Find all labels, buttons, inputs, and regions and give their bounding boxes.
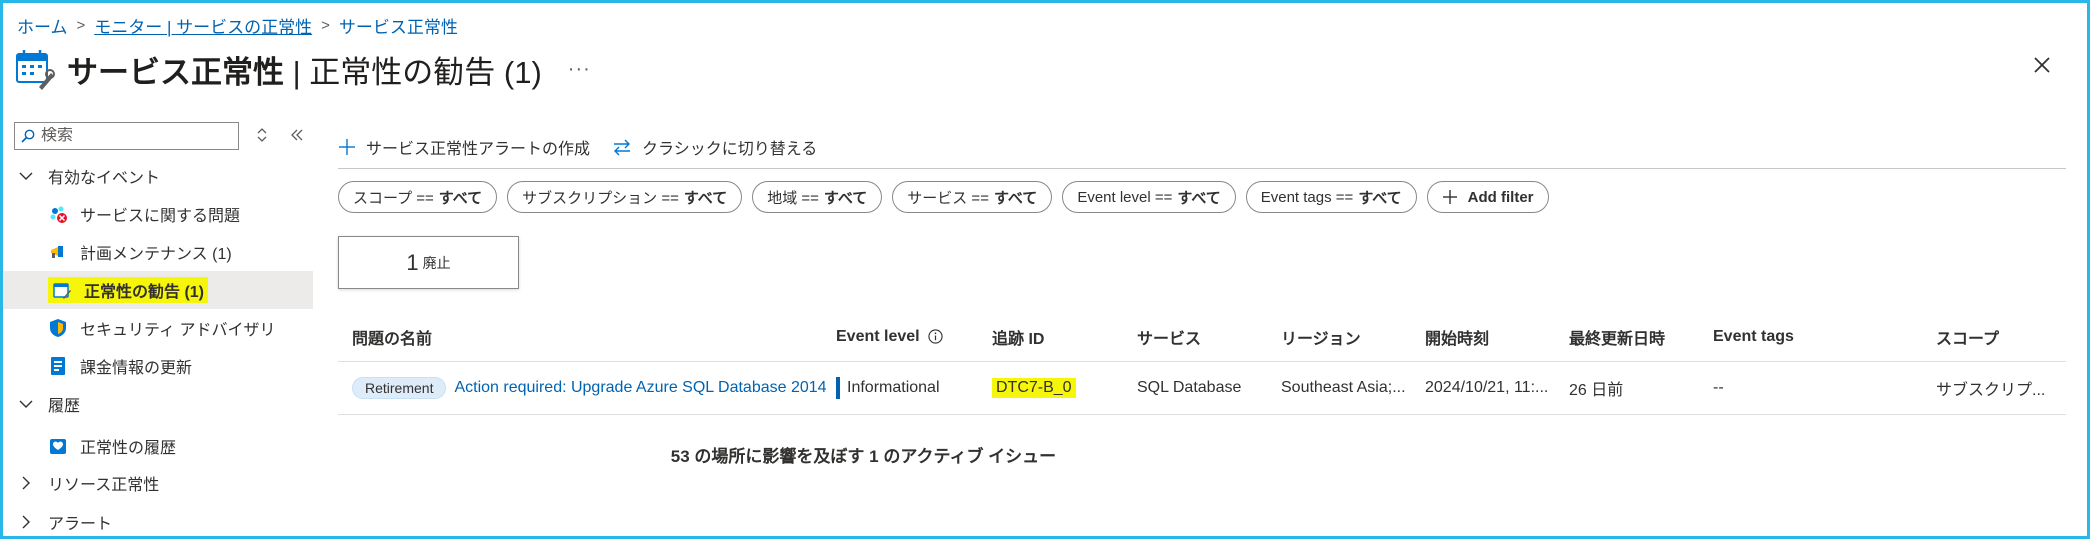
add-filter-button[interactable]: Add filter <box>1426 181 1549 213</box>
sidebar-item-label: セキュリティ アドバイザリ <box>80 322 276 339</box>
filter-service[interactable]: サービス == すべて <box>892 181 1053 213</box>
sidebar-item-billing-updates[interactable]: 課金情報の更新 <box>3 347 313 385</box>
table-row[interactable]: Retirement Action required: Upgrade Azur… <box>338 362 2066 415</box>
sidebar-item-health-history[interactable]: 正常性の履歴 <box>3 427 313 465</box>
col-header-last-updated[interactable]: 最終更新日時 <box>1569 312 1665 361</box>
maintenance-megaphone-icon <box>51 246 63 258</box>
chevron-right-icon: > <box>321 16 330 34</box>
close-icon[interactable] <box>2029 52 2055 78</box>
retirement-badge: Retirement <box>352 377 447 399</box>
nav-group-active-events[interactable]: 有効なイベント <box>3 157 313 195</box>
breadcrumb-current[interactable]: サービス正常性 <box>339 13 458 38</box>
sort-updown-icon[interactable] <box>253 126 271 144</box>
cell-last-updated: 26 日前 <box>1569 382 1624 399</box>
sidebar-item-service-issues[interactable]: サービスに関する問題 <box>3 195 313 233</box>
search-box[interactable] <box>14 122 239 150</box>
stat-label: 廃止 <box>422 254 451 271</box>
billing-icon <box>51 357 65 375</box>
page-title: サービス正常性 | 正常性の勧告 (1) <box>67 54 542 90</box>
retirement-count-card[interactable]: 1 廃止 <box>338 236 519 289</box>
cell-region: Southeast Asia;... <box>1281 379 1406 396</box>
filter-bar: スコープ == すべて サブスクリプション == すべて 地域 == すべて サービス… <box>338 180 1559 214</box>
sidebar-item-health-advisories[interactable]: 正常性の勧告 (1) <box>3 271 313 309</box>
breadcrumb-home[interactable]: ホーム <box>17 13 68 38</box>
sidebar-item-planned-maintenance[interactable]: 計画メンテナンス (1) <box>3 233 313 271</box>
more-options-button[interactable]: ··· <box>568 58 591 81</box>
active-issues-summary: 53 の場所に影響を及ぼす 1 のアクティブ イシュー <box>670 447 1057 466</box>
col-header-scope[interactable]: スコープ <box>1936 312 1999 361</box>
filter-region[interactable]: 地域 == すべて <box>752 181 883 213</box>
issue-name-link[interactable]: Action required: Upgrade Azure SQL Datab… <box>454 379 827 397</box>
switch-arrows-icon <box>614 139 631 156</box>
health-advisory-icon <box>53 283 71 299</box>
service-health-calendar-icon <box>16 50 55 90</box>
col-header-event-level[interactable]: Event level <box>836 312 943 361</box>
create-alert-button[interactable]: サービス正常性アラートの作成 <box>338 135 590 159</box>
page-header: サービス正常性 | 正常性の勧告 (1) ··· <box>15 44 591 94</box>
search-input[interactable] <box>41 127 221 145</box>
sidebar-item-label: サービスに関する問題 <box>80 208 241 225</box>
divider <box>338 168 2066 169</box>
sidebar-item-security-advisories[interactable]: セキュリティ アドバイザリ <box>3 309 313 347</box>
sidebar-item-label: 正常性の勧告 (1) <box>84 284 205 301</box>
plus-icon <box>339 139 355 155</box>
sidebar-item-label: 課金情報の更新 <box>80 360 193 377</box>
sidebar-item-label: 計画メンテナンス (1) <box>80 246 232 263</box>
col-header-start-time[interactable]: 開始時刻 <box>1425 312 1489 361</box>
plus-icon <box>1442 190 1457 204</box>
filter-event-level[interactable]: Event level == すべて <box>1062 181 1236 213</box>
chevron-down-icon <box>19 172 33 180</box>
filter-scope[interactable]: スコープ == すべて <box>338 181 498 213</box>
security-shield-icon <box>50 319 66 337</box>
breadcrumb-monitor[interactable]: モニター | サービスの正常性 <box>94 13 312 38</box>
collapse-sidebar-icon[interactable] <box>288 126 306 144</box>
switch-classic-button[interactable]: クラシックに切り替える <box>612 135 817 159</box>
info-icon[interactable] <box>927 329 943 344</box>
col-header-tracking-id[interactable]: 追跡 ID <box>992 312 1044 361</box>
sidebar-item-label: 正常性の履歴 <box>80 440 177 457</box>
filter-event-tags[interactable]: Event tags == すべて <box>1245 181 1417 213</box>
col-header-event-tags[interactable]: Event tags <box>1713 312 1794 361</box>
health-history-icon <box>50 439 66 454</box>
stat-count: 1 <box>406 249 419 275</box>
cell-tracking-id: DTC7-B_0 <box>992 362 1076 414</box>
chevron-right-icon <box>22 515 30 529</box>
chevron-right-icon <box>22 476 30 490</box>
cell-service: SQL Database <box>1137 379 1242 396</box>
cell-issue-name: Retirement Action required: Upgrade Azur… <box>352 362 827 414</box>
chevron-right-icon: > <box>76 16 86 34</box>
main-content: サービス正常性アラートの作成 クラシックに切り替える スコープ == すべて サブ… <box>338 118 2066 538</box>
chevron-down-icon <box>19 400 33 408</box>
nav-group-history[interactable]: 履歴 <box>3 385 313 423</box>
cell-start-time: 2024/10/21, 11:... <box>1425 379 1549 396</box>
filter-subscription[interactable]: サブスクリプション == すべて <box>507 181 743 213</box>
command-bar: サービス正常性アラートの作成 クラシックに切り替える <box>338 132 839 162</box>
search-icon <box>21 129 35 143</box>
highlight-marker: 正常性の勧告 (1) <box>48 277 209 303</box>
cell-event-level: Informational <box>836 362 940 414</box>
cell-scope: サブスクリプ... <box>1936 382 2046 399</box>
nav-group-resource-health[interactable]: リソース正常性 <box>3 464 313 502</box>
col-header-service[interactable]: サービス <box>1137 312 1201 361</box>
col-header-region[interactable]: リージョン <box>1281 312 1361 361</box>
table-header: 問題の名前 Event level 追跡 ID サービス リージョン 開始時刻 … <box>338 312 2066 362</box>
col-header-issue-name[interactable]: 問題の名前 <box>352 312 432 361</box>
tracking-id-link[interactable]: DTC7-B_0 <box>992 378 1076 398</box>
sidebar: 有効なイベント サービスに関する問題 計画メンテナンス (1) 正常性の勧告 (… <box>3 118 313 536</box>
cell-event-tags: -- <box>1713 379 1724 396</box>
nav-group-alerts[interactable]: アラート <box>3 503 313 539</box>
level-indicator <box>836 377 840 399</box>
breadcrumb: ホーム > モニター | サービスの正常性 > サービス正常性 <box>17 13 458 38</box>
advisories-table: 問題の名前 Event level 追跡 ID サービス リージョン 開始時刻 … <box>338 312 2066 415</box>
service-issue-icon <box>50 206 67 223</box>
